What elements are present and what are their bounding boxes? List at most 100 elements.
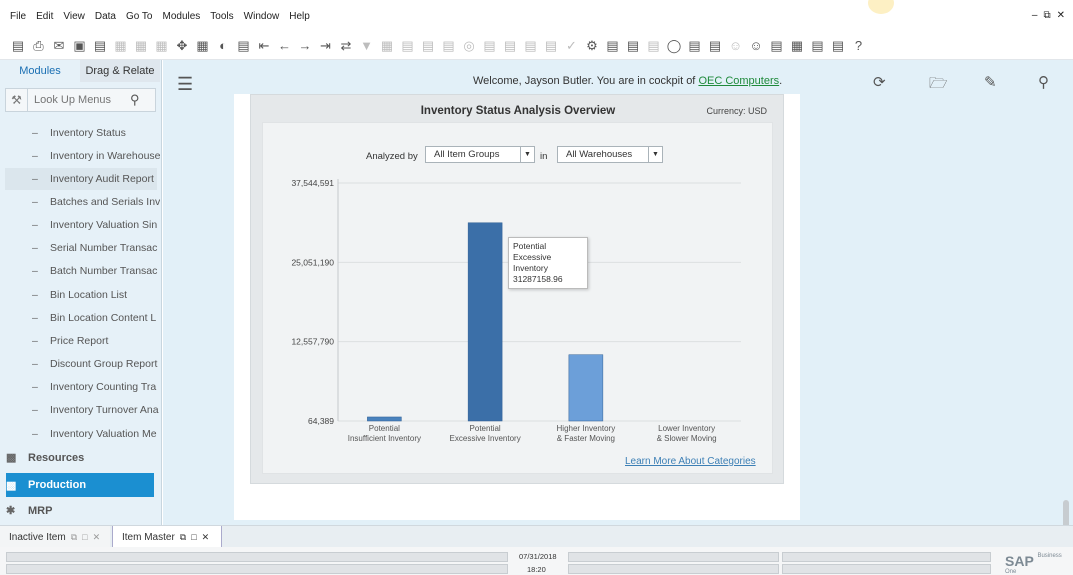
status-field	[782, 564, 991, 574]
close-icon[interactable]: ✕	[1057, 10, 1065, 21]
maximize-icon[interactable]: □	[82, 532, 87, 542]
menu-file[interactable]: File	[10, 11, 26, 22]
users-icon[interactable]: ☺	[726, 36, 746, 56]
bar[interactable]	[568, 354, 604, 422]
volume-icon[interactable]: ▤	[500, 36, 520, 56]
widgets-icon[interactable]: ▦	[787, 36, 807, 56]
menu-inventory-audit-report[interactable]: – Inventory Audit Report	[32, 173, 160, 185]
menu-help[interactable]: Help	[289, 11, 310, 22]
help-icon[interactable]: ?	[849, 36, 869, 56]
message-icon[interactable]: ▤	[623, 36, 643, 56]
menu-serial-number-transactions[interactable]: – Serial Number Transac	[32, 242, 160, 254]
mrp-icon: ✱	[6, 505, 16, 517]
bar[interactable]	[467, 222, 503, 422]
section-production[interactable]: ▩ Production	[6, 473, 154, 497]
layout-icon[interactable]: ▤	[439, 36, 459, 56]
menu-bin-location-list[interactable]: – Bin Location List	[32, 289, 160, 301]
document-settings-icon[interactable]: ▤	[603, 36, 623, 56]
restore-icon[interactable]: ⧉	[180, 532, 186, 543]
tab-item-master[interactable]: Item Master ⧉ □ ✕	[112, 526, 222, 548]
wrench-icon[interactable]: ⚒	[6, 89, 28, 111]
next-record-icon[interactable]: →	[295, 36, 315, 56]
calculator-icon[interactable]: ▤	[705, 36, 725, 56]
close-icon[interactable]: ✕	[202, 532, 210, 543]
restore-icon[interactable]: ⧉	[71, 532, 77, 543]
menu-inventory-status[interactable]: – Inventory Status	[32, 127, 160, 139]
tab-label: Item Master	[122, 531, 175, 543]
section-mrp[interactable]: ✱ MRP	[6, 504, 53, 518]
menu-price-report[interactable]: – Price Report	[32, 335, 160, 347]
word-icon[interactable]: ▦	[131, 36, 151, 56]
section-label: MRP	[28, 504, 53, 517]
target-document-icon[interactable]: ▤	[418, 36, 438, 56]
edit-pencil-icon[interactable]: ✎	[984, 73, 997, 91]
menu-data[interactable]: Data	[95, 11, 116, 22]
calendar-icon[interactable]: ◯	[664, 36, 684, 56]
menu-inventory-valuation-method[interactable]: – Inventory Valuation Me	[32, 428, 160, 440]
tab-drag-relate[interactable]: Drag & Relate	[80, 60, 160, 82]
chart-icon[interactable]: ▤	[828, 36, 848, 56]
find-icon[interactable]: ◐	[213, 36, 233, 56]
menu-inventory-turnover[interactable]: – Inventory Turnover Ana	[32, 404, 160, 416]
lookup-menus-input[interactable]	[28, 94, 130, 106]
hamburger-menu-icon[interactable]: ☰	[177, 74, 193, 95]
tab-inactive-item[interactable]: Inactive Item ⧉ □ ✕	[0, 526, 110, 548]
check-icon[interactable]: ✓	[562, 36, 582, 56]
user-icon[interactable]: ☺	[746, 36, 766, 56]
tab-modules[interactable]: Modules	[0, 60, 80, 82]
settings-icon[interactable]: ⚙	[582, 36, 602, 56]
section-resources[interactable]: ▩ Resources	[6, 451, 84, 465]
refresh-record-icon[interactable]: ⇄	[336, 36, 356, 56]
vertical-scrollbar[interactable]	[1063, 500, 1069, 525]
learn-more-link[interactable]: Learn More About Categories	[625, 456, 756, 467]
menu-bin-location-content[interactable]: – Bin Location Content L	[32, 312, 160, 324]
refresh-icon[interactable]: ⟳	[873, 73, 886, 91]
menu-inventory-valuation-sim[interactable]: – Inventory Valuation Sin	[32, 219, 160, 231]
transaction-journal-icon[interactable]: ▤	[521, 36, 541, 56]
company-link[interactable]: OEC Computers	[698, 75, 779, 87]
excel-icon[interactable]: ▦	[111, 36, 131, 56]
base-document-icon[interactable]: ▤	[398, 36, 418, 56]
alert-icon[interactable]: ▤	[644, 36, 664, 56]
menu-edit[interactable]: Edit	[36, 11, 53, 22]
close-icon[interactable]: ✕	[93, 532, 101, 543]
menu-tools[interactable]: Tools	[210, 11, 233, 22]
copy-icon[interactable]: ▣	[70, 36, 90, 56]
first-record-icon[interactable]: ⇤	[254, 36, 274, 56]
menu-batches-serials[interactable]: – Batches and Serials Inv	[32, 196, 160, 208]
payment-icon[interactable]: ▤	[480, 36, 500, 56]
search-icon[interactable]: ⚲	[1038, 73, 1049, 91]
restore-icon[interactable]: ⧉	[1043, 10, 1050, 21]
menu-window[interactable]: Window	[244, 11, 280, 22]
bar[interactable]	[367, 416, 402, 422]
menu-modules[interactable]: Modules	[162, 11, 200, 22]
menu-discount-group-report[interactable]: – Discount Group Report	[32, 358, 160, 370]
drill-icon[interactable]: ▤	[541, 36, 561, 56]
gross-profit-icon[interactable]: ◎	[459, 36, 479, 56]
preview-icon[interactable]: ▤	[8, 36, 28, 56]
search-icon[interactable]: ⚲	[130, 92, 140, 108]
form-settings-icon[interactable]: ▦	[193, 36, 213, 56]
email-icon[interactable]: ✉	[49, 36, 69, 56]
pdf-icon[interactable]: ▦	[152, 36, 172, 56]
sort-icon[interactable]: ▦	[377, 36, 397, 56]
menu-goto[interactable]: Go To	[126, 11, 153, 22]
menu-inventory-counting[interactable]: – Inventory Counting Tra	[32, 381, 160, 393]
menu-batch-number-transactions[interactable]: – Batch Number Transac	[32, 265, 160, 277]
cockpit-icon[interactable]: ▤	[767, 36, 787, 56]
menu-view[interactable]: View	[63, 11, 85, 22]
sync-icon[interactable]: ▤	[685, 36, 705, 56]
folder-icon[interactable]: 🗁	[929, 73, 948, 98]
widget-panel: Inventory Status Analysis Overview Curre…	[234, 94, 800, 520]
move-icon[interactable]: ✥	[172, 36, 192, 56]
filter-icon[interactable]: ▼	[357, 36, 377, 56]
last-record-icon[interactable]: ⇥	[316, 36, 336, 56]
menu-inventory-in-warehouse[interactable]: – Inventory in Warehouse	[32, 150, 160, 162]
previous-record-icon[interactable]: ←	[275, 36, 295, 56]
picture-icon[interactable]: ▤	[808, 36, 828, 56]
minimize-icon[interactable]: –	[1032, 10, 1038, 21]
add-icon[interactable]: ▤	[234, 36, 254, 56]
fax-icon[interactable]: ▤	[90, 36, 110, 56]
print-icon[interactable]: ⎙	[29, 36, 49, 56]
maximize-icon[interactable]: □	[191, 532, 196, 542]
